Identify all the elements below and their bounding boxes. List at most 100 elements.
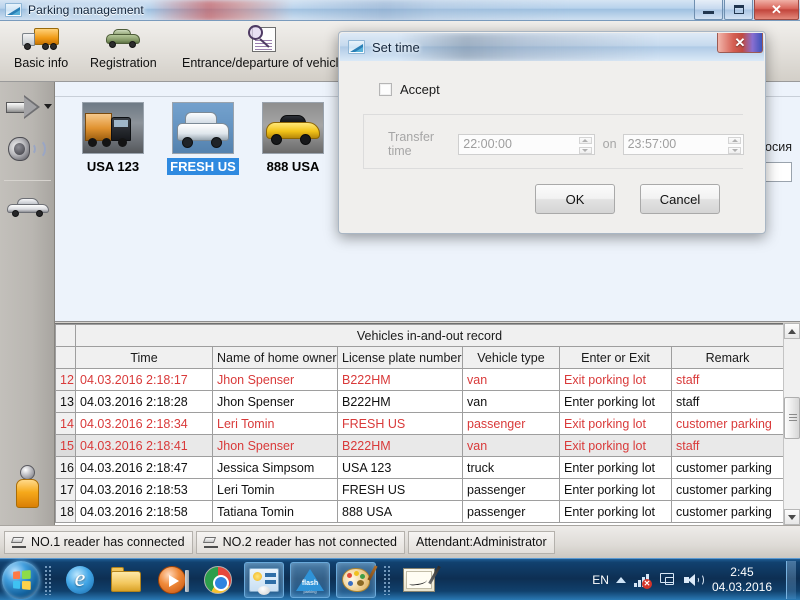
cell-vehicle-type: truck (462, 456, 560, 479)
table-vertical-scrollbar[interactable] (783, 323, 800, 525)
arrow-right-icon (5, 94, 52, 120)
scroll-down-button[interactable] (784, 509, 800, 525)
taskbar-item-windows-explorer[interactable] (106, 562, 146, 598)
accept-checkbox-row[interactable]: Accept (379, 82, 440, 97)
minimize-button[interactable] (694, 0, 723, 20)
network-status-icon[interactable]: ✕ (633, 572, 652, 589)
table-row[interactable]: 18 04.03.2016 2:18:58 Tatiana Tomin 888 USA… (55, 500, 785, 523)
cell-remark: customer parking (670, 412, 785, 435)
spinner-up-button[interactable] (578, 136, 592, 144)
column-header-owner[interactable]: Name of home owner (212, 346, 338, 369)
sidebar-item-sound[interactable] (0, 130, 55, 170)
taskbar-grip-handle[interactable] (383, 564, 392, 595)
spinner-up-button[interactable] (728, 136, 741, 144)
row-number-cell: 12 (55, 368, 76, 391)
spinner-buttons[interactable] (578, 136, 592, 154)
show-desktop-button[interactable] (786, 560, 796, 599)
row-number-cell: 13 (55, 390, 76, 413)
maximize-button[interactable] (724, 0, 753, 20)
speaker-icon (6, 133, 50, 167)
car-side-icon (5, 195, 51, 217)
scrollbar-thumb[interactable] (784, 397, 800, 439)
system-tray: EN ✕ 2:45 04.03.2016 (592, 560, 800, 599)
cancel-button[interactable]: Cancel (640, 184, 720, 214)
cell-vehicle-type: van (462, 434, 560, 457)
window-title: Parking management (28, 3, 144, 17)
taskbar-item-paint-app[interactable] (336, 561, 378, 598)
chrome-icon (204, 565, 232, 594)
maximize-icon (733, 5, 744, 14)
column-header-remark[interactable]: Remark (670, 346, 785, 369)
clock-time: 2:45 (730, 564, 754, 579)
show-hidden-icons-icon[interactable] (615, 576, 626, 583)
taskbar-item-internet-explorer[interactable] (60, 562, 100, 598)
taskbar-item-control-panel-app[interactable] (244, 561, 284, 598)
close-button[interactable]: ✕ (754, 0, 799, 20)
toolbar-item-registration[interactable]: Registration (84, 24, 163, 80)
on-time-value: 23:57:00 (627, 137, 677, 151)
taskbar-item-google-chrome[interactable] (198, 562, 238, 598)
app-logo-icon (5, 3, 22, 17)
transfer-time-value: 22:00:00 (463, 137, 512, 151)
spinner-down-button[interactable] (728, 146, 741, 154)
table-row[interactable]: 12 04.03.2016 2:18:17 Jhon Spenser B222HM va… (55, 368, 785, 391)
cell-plate: B222HM (337, 390, 463, 413)
chevron-down-icon (788, 514, 796, 520)
transfer-time-spinner[interactable]: 22:00:00 (458, 133, 595, 155)
cell-enter-exit: Enter porking lot (559, 456, 672, 479)
column-header-time[interactable]: Time (75, 346, 213, 369)
sidebar-item-attendant[interactable] (0, 462, 55, 512)
sidebar-item-vehicle[interactable] (0, 190, 55, 222)
status-attendant: Attendant:Administrator (408, 530, 555, 554)
cell-enter-exit: Exit porking lot (559, 434, 672, 457)
cell-vehicle-type: van (462, 368, 560, 391)
taskbar-item-signature-app[interactable] (399, 562, 441, 598)
table-row[interactable]: 17 04.03.2016 2:18:53 Leri Tomin FRESH US pa… (55, 478, 785, 501)
table-row[interactable]: 14 04.03.2016 2:18:34 Leri Tomin FRESH US pa… (55, 412, 785, 435)
spinner-down-button[interactable] (578, 146, 592, 154)
dialog-close-button[interactable]: ✕ (717, 33, 763, 53)
vehicle-card-selected[interactable]: FRESH US (163, 102, 243, 175)
network-connections-icon[interactable] (658, 572, 676, 588)
row-number-cell: 18 (55, 500, 76, 523)
table-caption-row: Vehicles in-and-out record (55, 324, 785, 347)
dialog-title: Set time (372, 39, 420, 55)
taskbar-item-media-player[interactable] (152, 562, 192, 598)
volume-icon[interactable] (683, 573, 704, 587)
column-header-plate[interactable]: License plate number (337, 346, 463, 369)
scroll-up-button[interactable] (784, 323, 800, 339)
taskbar-grip-handle[interactable] (44, 564, 53, 595)
accept-checkbox[interactable] (379, 83, 392, 96)
transfer-time-group: Transfer time 22:00:00 on 23:57:00 (363, 114, 744, 169)
toolbar-item-basic-info[interactable]: Basic info (8, 24, 74, 80)
flash-app-icon: flash parking (294, 566, 326, 594)
vehicle-plate-label: FRESH US (167, 158, 239, 175)
on-time-spinner[interactable]: 23:57:00 (622, 133, 744, 155)
language-indicator[interactable]: EN (592, 573, 609, 587)
spinner-buttons[interactable] (728, 136, 741, 154)
control-panel-icon (249, 567, 279, 595)
taskbar-item-flash-app[interactable]: flash parking (290, 561, 330, 598)
sidebar-divider (4, 180, 51, 181)
status-text: NO.1 reader has connected (31, 535, 185, 549)
column-header-enter-exit[interactable]: Enter or Exit (559, 346, 672, 369)
column-header-vehicle-type[interactable]: Vehicle type (462, 346, 560, 369)
toolbar-item-entrance-departure[interactable]: Entrance/departure of vehicle (176, 24, 351, 80)
vehicle-card[interactable]: 888 USA (253, 102, 333, 175)
chevron-down-icon (582, 148, 589, 152)
vehicle-card[interactable]: USA 123 (73, 102, 153, 175)
cell-owner: Jhon Spenser (212, 390, 338, 413)
ok-button[interactable]: OK (535, 184, 615, 214)
vehicles-record-table: Vehicles in-and-out record Time Name of … (55, 324, 785, 523)
clock[interactable]: 2:45 04.03.2016 (708, 565, 776, 595)
start-button[interactable] (2, 560, 40, 599)
sidebar-item-arrow-dropdown[interactable] (0, 90, 55, 124)
vehicle-plate-label: USA 123 (86, 159, 140, 174)
left-sidebar (0, 82, 55, 525)
cell-plate: B222HM (337, 434, 463, 457)
table-row[interactable]: 16 04.03.2016 2:18:47 Jessica Simpsom USA 1… (55, 456, 785, 479)
accept-label: Accept (400, 82, 440, 97)
vehicle-photo-sportscar-icon (262, 102, 324, 154)
table-row[interactable]: 15 04.03.2016 2:18:41 Jhon Spenser B222HM va… (55, 434, 785, 457)
table-row[interactable]: 13 04.03.2016 2:18:28 Jhon Spenser B222HM va… (55, 390, 785, 413)
